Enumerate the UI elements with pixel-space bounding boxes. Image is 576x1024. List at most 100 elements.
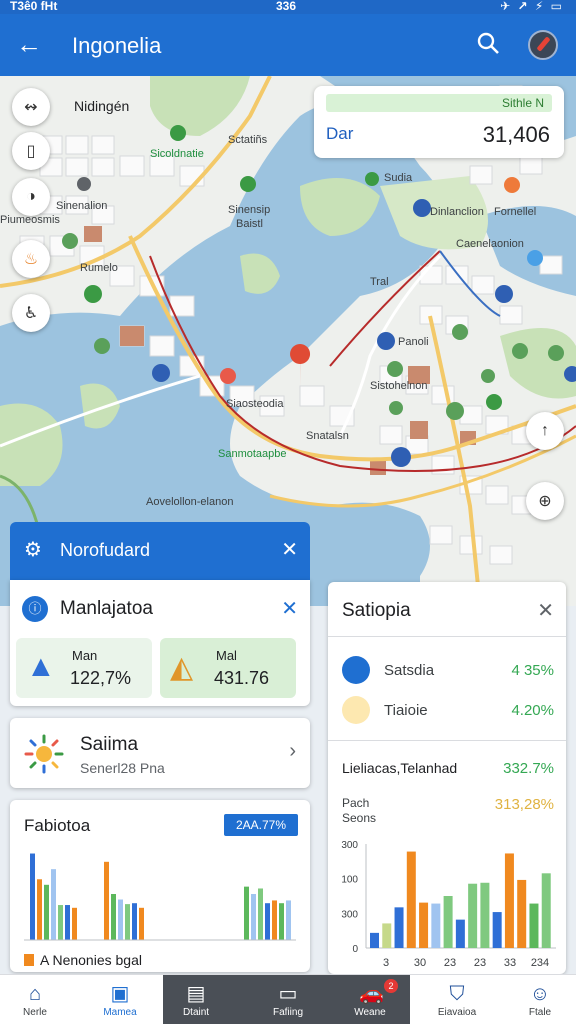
nav-label: Dtaint bbox=[182, 1007, 210, 1018]
globe-icon bbox=[342, 656, 370, 684]
profile-avatar[interactable] bbox=[528, 30, 558, 60]
status-time: T3ê0 fHt bbox=[10, 0, 58, 13]
home-icon: ⌂ bbox=[28, 983, 42, 1005]
legend-swatch bbox=[24, 954, 34, 966]
nav-item-home[interactable]: ⌂ Nerle bbox=[0, 975, 70, 1024]
close-icon[interactable]: ✕ bbox=[281, 596, 298, 621]
stat-value: 31,406 bbox=[482, 122, 550, 147]
bar bbox=[104, 861, 109, 940]
metric-label: Man bbox=[72, 648, 98, 663]
bar bbox=[419, 902, 429, 948]
bottom-nav: ⌂ Nerle ▣ Mamea ▤ Dtaint ▭ Fafiing 🚗 Weane 2 ⛉ Eiava… bbox=[0, 974, 576, 1024]
bar bbox=[65, 905, 70, 940]
row-value: 4.20% bbox=[511, 702, 554, 719]
nordband-header: ⚙ Norofudard ✕ bbox=[10, 522, 310, 580]
bar bbox=[37, 879, 42, 940]
bar bbox=[72, 907, 77, 940]
bar bbox=[272, 900, 277, 940]
nordband-title: Norofudard bbox=[60, 540, 151, 560]
bar bbox=[492, 912, 502, 948]
map-label: Sinensip bbox=[228, 204, 271, 216]
close-icon[interactable]: ✕ bbox=[537, 598, 554, 623]
satiopia-title: Satiopia bbox=[342, 600, 411, 621]
sun-icon bbox=[24, 734, 64, 774]
weather-icon bbox=[342, 696, 370, 724]
metric-value: 122,7% bbox=[70, 668, 132, 688]
sub-label: Pach Seons bbox=[342, 796, 376, 826]
fabiotoa-badge[interactable]: 2AA.77% bbox=[224, 814, 298, 836]
shield-icon: ⛉ bbox=[449, 983, 465, 1005]
metric-value: 431.76 bbox=[214, 668, 270, 688]
bar bbox=[244, 886, 249, 940]
sub-label-line: Seons bbox=[342, 811, 377, 825]
salima-subtitle: Senerl28 Pna bbox=[80, 760, 165, 776]
map-label: Aovelollon-elanon bbox=[146, 496, 234, 508]
map-label: Fornellel bbox=[494, 206, 537, 218]
nav-label: Eiavaioa bbox=[437, 1007, 477, 1018]
accessibility-icon[interactable]: ♿ bbox=[12, 294, 50, 332]
fabiotoa-panel: Fabiotoa 2AA.77% A Nenonies bgal bbox=[10, 800, 310, 972]
nav-label: Mamea bbox=[103, 1007, 137, 1018]
x-tick-label: 234 bbox=[531, 957, 549, 969]
app-bar: ← Ingonelia bbox=[0, 14, 576, 76]
map-label: Sanmotaapbe bbox=[218, 448, 287, 460]
legend-label: A Nenonies bgal bbox=[40, 952, 142, 968]
bar bbox=[480, 882, 490, 948]
satiopia-chart: 300 100 300 0 3 30 23 23 33 234 bbox=[341, 840, 556, 969]
summary-row: Lieliacas,Telanhad 332.7% bbox=[342, 760, 554, 777]
layers-icon[interactable]: ◑ bbox=[12, 178, 50, 216]
nav-item-tv[interactable]: ▭ Fafiing bbox=[246, 975, 330, 1024]
bar bbox=[251, 894, 256, 940]
search-icon[interactable] bbox=[476, 31, 500, 60]
bar bbox=[541, 873, 551, 948]
salima-panel[interactable]: Saiima Senerl28 Pna › bbox=[10, 718, 310, 788]
sub-value: 313,28% bbox=[494, 796, 554, 813]
bar bbox=[529, 903, 539, 948]
nav-item-profile[interactable]: ☺ Ftale bbox=[504, 975, 576, 1024]
map-label: Tral bbox=[370, 276, 389, 288]
stat-card[interactable]: Sithle N Dar 31,406 bbox=[314, 86, 564, 158]
info-icon: ⓘ bbox=[22, 596, 48, 622]
map-label: Sinenalion bbox=[56, 200, 108, 212]
tv-icon: ▭ bbox=[278, 983, 298, 1005]
nav-item-doc[interactable]: ▤ Dtaint bbox=[163, 975, 229, 1024]
metric-card[interactable]: ◭ Mal 431.76 bbox=[160, 638, 296, 698]
bar bbox=[132, 903, 137, 940]
chart-icon: ◭ bbox=[170, 651, 194, 684]
y-tick-label: 300 bbox=[341, 909, 358, 920]
sub-label-line: Pach bbox=[342, 796, 370, 810]
nav-item-map[interactable]: ▣ Mamea bbox=[84, 975, 156, 1024]
locate-icon[interactable]: ⊕ bbox=[526, 482, 564, 520]
bar bbox=[406, 851, 416, 948]
status-icons: ✈ ↗ ⚡ ▭ bbox=[500, 0, 564, 13]
manlajatoa-panel: ⓘ Manlajatoa ✕ ▲ Man 122,7% ◭ Mal 431.76 bbox=[10, 580, 310, 706]
close-icon[interactable]: ✕ bbox=[281, 537, 298, 562]
bar bbox=[125, 904, 130, 940]
bar bbox=[111, 894, 116, 940]
bar bbox=[118, 899, 123, 940]
nav-item-shield[interactable]: ⛉ Eiavaioa bbox=[410, 975, 504, 1024]
map-label: Caenelaonion bbox=[456, 238, 524, 250]
satiopia-row[interactable]: Tiaioie 4.20% bbox=[342, 696, 554, 726]
fabiotoa-chart bbox=[24, 853, 296, 941]
summary-value: 332.7% bbox=[503, 760, 554, 777]
compass-icon[interactable]: ↑ bbox=[526, 412, 564, 450]
nav-item-car[interactable]: 🚗 Weane 2 bbox=[330, 975, 410, 1024]
map-label: Siaosteodia bbox=[226, 398, 284, 410]
bar bbox=[44, 884, 49, 940]
back-arrow-icon[interactable]: ← bbox=[16, 31, 42, 57]
metric-card[interactable]: ▲ Man 122,7% bbox=[16, 638, 152, 698]
row-value: 4 35% bbox=[511, 662, 554, 679]
bar bbox=[258, 888, 263, 940]
transit-icon[interactable]: ▯ bbox=[12, 132, 50, 170]
x-tick-label: 3 bbox=[383, 957, 389, 969]
bar bbox=[382, 923, 392, 948]
bar bbox=[139, 907, 144, 940]
page-title: Ingonelia bbox=[72, 33, 162, 58]
satiopia-row[interactable]: Satsdia 4 35% bbox=[342, 656, 554, 686]
directions-icon[interactable]: ↭ bbox=[12, 88, 50, 126]
salima-title: Saiima bbox=[80, 734, 139, 755]
restaurant-icon[interactable]: ♨ bbox=[12, 240, 50, 278]
bar bbox=[370, 932, 379, 948]
bar bbox=[30, 853, 35, 940]
